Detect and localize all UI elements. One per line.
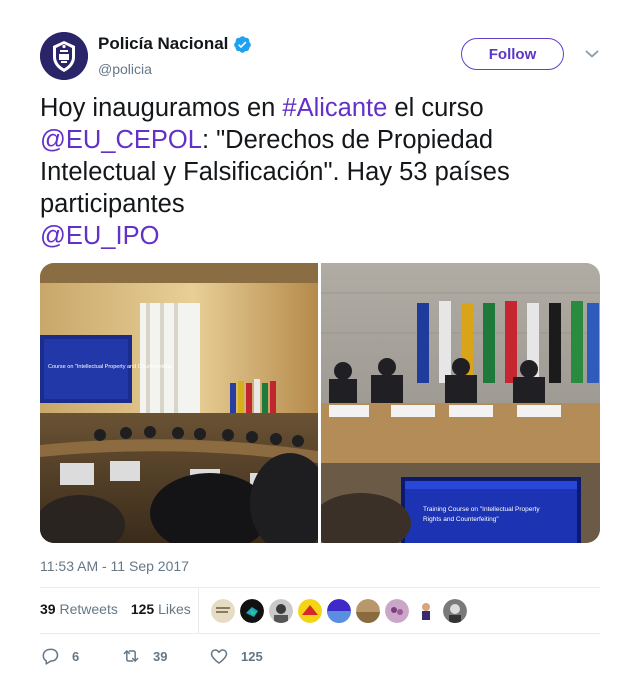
liker-avatar[interactable] — [327, 599, 351, 623]
tweet-media[interactable]: Course on "Intellectual Property and Cou… — [40, 263, 600, 543]
follow-button[interactable]: Follow — [461, 38, 564, 70]
liker-avatar[interactable] — [385, 599, 409, 623]
retweets-stat[interactable]: 39 Retweets — [40, 601, 118, 617]
likes-count: 125 — [130, 601, 155, 617]
policia-nacional-badge-icon — [40, 32, 88, 80]
liker-avatar[interactable] — [356, 599, 380, 623]
author-display-name[interactable]: Policía Nacional — [98, 34, 228, 54]
liker-avatar[interactable] — [269, 599, 293, 623]
left-screen-caption: Course on "Intellectual Property and Cou… — [48, 364, 172, 370]
right-screen-caption-1: Training Course on "Intellectual Propert… — [423, 506, 540, 513]
divider — [40, 633, 600, 634]
like-action[interactable]: 125 — [209, 646, 263, 666]
author-info[interactable]: Policía Nacional @policia — [98, 34, 252, 77]
tweet-stats: 39 Retweets 125 Likes — [40, 601, 204, 617]
tweet-text-segment: Hoy inauguramos en — [40, 94, 283, 122]
verified-badge-icon — [234, 35, 252, 53]
likes-stat[interactable]: 125 Likes — [131, 601, 191, 617]
stats-separator — [198, 588, 199, 633]
conference-room-photo: Course on "Intellectual Property and Cou… — [40, 263, 330, 543]
hashtag-link[interactable]: #Alicante — [282, 94, 387, 122]
retweets-label: Retweets — [59, 601, 118, 617]
author-handle: @policia — [98, 61, 152, 77]
retweet-icon — [123, 650, 139, 662]
heart-icon — [210, 649, 228, 664]
likes-label: Likes — [158, 601, 191, 617]
reply-icon — [42, 648, 59, 665]
chevron-down-icon[interactable] — [585, 49, 599, 59]
retweet-action[interactable]: 39 — [121, 646, 209, 666]
retweet-count: 39 — [153, 648, 168, 664]
liker-avatar[interactable] — [240, 599, 264, 623]
tweet-photo-panel[interactable]: Training Course on "Intellectual Propert… — [311, 263, 600, 543]
tweet-text: Hoy inauguramos en #Alicante el curso @E… — [40, 92, 600, 252]
liker-avatar[interactable] — [298, 599, 322, 623]
right-screen-caption-2: Rights and Counterfeiting" — [423, 516, 499, 523]
tweet-actions: 6 39 125 — [40, 646, 263, 666]
tweet-text-segment: el curso — [387, 94, 484, 122]
reply-count: 6 — [72, 648, 80, 664]
divider — [40, 587, 600, 588]
tweet-timestamp[interactable]: 11:53 AM - 11 Sep 2017 — [40, 558, 189, 574]
liker-avatar[interactable] — [414, 599, 438, 623]
like-count: 125 — [241, 648, 263, 664]
retweets-count: 39 — [40, 601, 56, 617]
reply-action[interactable]: 6 — [40, 646, 121, 666]
likers-avatars — [211, 599, 472, 623]
liker-avatar[interactable] — [443, 599, 467, 623]
liker-avatar[interactable] — [211, 599, 235, 623]
author-avatar[interactable] — [40, 32, 88, 80]
tweet-photo-conference-room[interactable]: Course on "Intellectual Property and Cou… — [40, 263, 330, 543]
mention-link[interactable]: @EU_CEPOL — [40, 126, 202, 154]
mention-link[interactable]: @EU_IPO — [40, 222, 159, 250]
panel-speakers-photo: Training Course on "Intellectual Propert… — [311, 263, 600, 543]
